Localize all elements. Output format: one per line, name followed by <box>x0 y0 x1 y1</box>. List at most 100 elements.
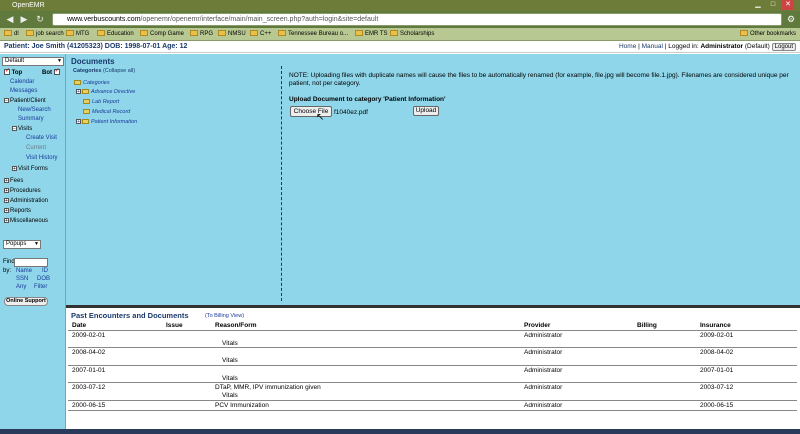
maximize-icon[interactable]: □ <box>767 0 779 10</box>
encounters-title: Past Encounters and Documents <box>71 311 189 320</box>
col-insurance: Insurance <box>700 322 731 329</box>
table-row-insurance: 2003-07-12 <box>700 384 734 391</box>
col-billing: Billing <box>637 322 657 329</box>
by-label: by: <box>3 268 12 274</box>
search-by-id[interactable]: ID <box>42 268 48 274</box>
menu-select[interactable]: Default ▼ <box>2 57 64 66</box>
star-icon[interactable]: ☆ <box>771 13 783 25</box>
browser-tab-title[interactable]: OpenEMR <box>12 2 45 9</box>
nav-summary[interactable]: Summary <box>18 116 44 122</box>
row-separator <box>68 382 797 383</box>
nav-patient-client[interactable]: − Patient/Client <box>4 98 46 104</box>
tree-root[interactable]: Categories <box>74 80 110 86</box>
nav-procedures[interactable]: + Procedures <box>4 188 41 194</box>
top-frame-checkbox[interactable]: Top <box>4 67 22 76</box>
table-row-form[interactable]: Vitals <box>222 392 238 399</box>
bookmark-item[interactable]: MTG <box>66 29 89 40</box>
selected-file-name: f1040ez.pdf <box>334 109 368 116</box>
other-bookmarks[interactable]: Other bookmarks <box>740 29 796 40</box>
nav-visit-forms[interactable]: + Visit Forms <box>12 166 48 172</box>
table-row-insurance: 2009-02-01 <box>700 332 734 339</box>
table-row-form[interactable]: Vitals <box>222 340 238 347</box>
table-row-provider: Administrator <box>524 332 563 339</box>
table-row-insurance: 2000-06-15 <box>700 402 734 409</box>
table-row-form[interactable]: Vitals <box>222 375 238 382</box>
back-icon[interactable]: ◀ <box>4 13 16 25</box>
table-row-provider: Administrator <box>524 349 563 356</box>
bookmark-item[interactable]: job search <box>26 29 64 40</box>
nav-miscellaneous[interactable]: + Miscellaneous <box>4 218 48 224</box>
tree-item-patient-information[interactable]: + Patient Information <box>76 119 137 125</box>
online-support-button[interactable]: Online Support <box>4 297 48 306</box>
table-row-date[interactable]: 2007-01-01 <box>72 367 105 374</box>
site-name: (Default) <box>744 43 770 50</box>
bookmark-item[interactable]: EMR TS <box>355 29 388 40</box>
bookmark-item[interactable]: Scholarships <box>390 29 434 40</box>
bookmark-item[interactable]: NMSU <box>218 29 246 40</box>
pane-divider <box>281 66 282 301</box>
forward-icon[interactable]: ▶ <box>18 13 30 25</box>
table-row-provider: Administrator <box>524 402 563 409</box>
wrench-icon[interactable]: ⚙ <box>785 13 797 25</box>
popups-select[interactable]: Popups ▼ <box>3 240 41 249</box>
collapse-all-link[interactable]: (Collapse all) <box>103 68 135 74</box>
logged-in-label: Logged in: <box>668 43 699 50</box>
row-separator <box>68 347 797 348</box>
nav-create-visit[interactable]: Create Visit <box>26 135 57 141</box>
nav-calendar[interactable]: Calendar <box>10 79 34 85</box>
table-row-date[interactable]: 2000-06-15 <box>72 402 105 409</box>
col-provider: Provider <box>524 322 551 329</box>
nav-fees[interactable]: + Fees <box>4 178 23 184</box>
bot-frame-checkbox[interactable]: Bot <box>42 67 60 76</box>
table-row-date[interactable]: 2008-04-02 <box>72 349 105 356</box>
table-row-reason[interactable]: DTaP, MMR, IPV immunization given <box>215 384 321 391</box>
logout-button[interactable]: Logout <box>771 43 796 51</box>
table-row-reason[interactable]: PCV Immunization <box>215 402 269 409</box>
address-bar[interactable]: www.verbuscounts.com/openemr/openemr/int… <box>52 13 782 26</box>
nav-current: Current <box>26 145 47 151</box>
search-any[interactable]: Any <box>16 284 26 290</box>
minimize-icon[interactable]: ▁ <box>752 0 764 10</box>
nav-reports[interactable]: + Reports <box>4 208 31 214</box>
home-link[interactable]: Home <box>619 43 636 50</box>
nav-new-search[interactable]: New/Search <box>18 107 51 113</box>
tree-item-medical-record[interactable]: Medical Record <box>83 109 130 115</box>
choose-file-button[interactable]: Choose File <box>290 106 332 117</box>
table-row-date[interactable]: 2009-02-01 <box>72 332 105 339</box>
table-row-date[interactable]: 2003-07-12 <box>72 384 105 391</box>
mouse-cursor-icon: ↖ <box>316 112 325 123</box>
bookmark-item[interactable]: Tennessee Bureau o... <box>278 29 348 40</box>
reload-icon[interactable]: ↻ <box>34 13 46 25</box>
table-row-form[interactable]: Vitals <box>222 357 238 364</box>
bookmark-item[interactable]: RPG <box>190 29 213 40</box>
patient-info: Patient: Joe Smith (41205323) DOB: 1998-… <box>4 43 188 50</box>
bookmark-item[interactable]: dl <box>4 29 19 40</box>
search-by-dob[interactable]: DOB <box>37 276 50 282</box>
bookmark-item[interactable]: Education <box>97 29 134 40</box>
categories-header: Categories (Collapse all) <box>73 68 136 74</box>
nav-visits[interactable]: − Visits <box>12 126 32 132</box>
manual-link[interactable]: Manual <box>642 43 663 50</box>
search-filter[interactable]: Filter <box>34 284 47 290</box>
col-issue: Issue <box>166 322 183 329</box>
search-by-name[interactable]: Name <box>16 268 32 274</box>
upload-button[interactable]: Upload <box>413 106 439 116</box>
nav-administration[interactable]: + Administration <box>4 198 48 204</box>
bookmark-item[interactable]: C++ <box>250 29 271 40</box>
search-by-ssn[interactable]: SSN <box>16 276 28 282</box>
documents-pane <box>66 54 800 305</box>
billing-view-link[interactable]: (To Billing View) <box>205 313 244 319</box>
nav-visit-history[interactable]: Visit History <box>26 155 58 161</box>
table-row-provider: Administrator <box>524 367 563 374</box>
find-input[interactable] <box>14 258 48 267</box>
upload-note: NOTE: Uploading files with duplicate nam… <box>289 72 789 87</box>
tree-item-lab-report[interactable]: Lab Report <box>83 99 119 105</box>
url-domain: www.verbuscounts.com <box>67 16 141 23</box>
nav-messages[interactable]: Messages <box>10 88 37 94</box>
close-icon[interactable]: ✕ <box>782 0 794 10</box>
user-name: Administrator <box>700 43 744 50</box>
page-title: Documents <box>71 57 115 66</box>
col-reason-form: Reason/Form <box>215 322 257 329</box>
bookmark-item[interactable]: Comp Game <box>140 29 184 40</box>
tree-item-advance-directive[interactable]: + Advance Directive <box>76 89 135 95</box>
